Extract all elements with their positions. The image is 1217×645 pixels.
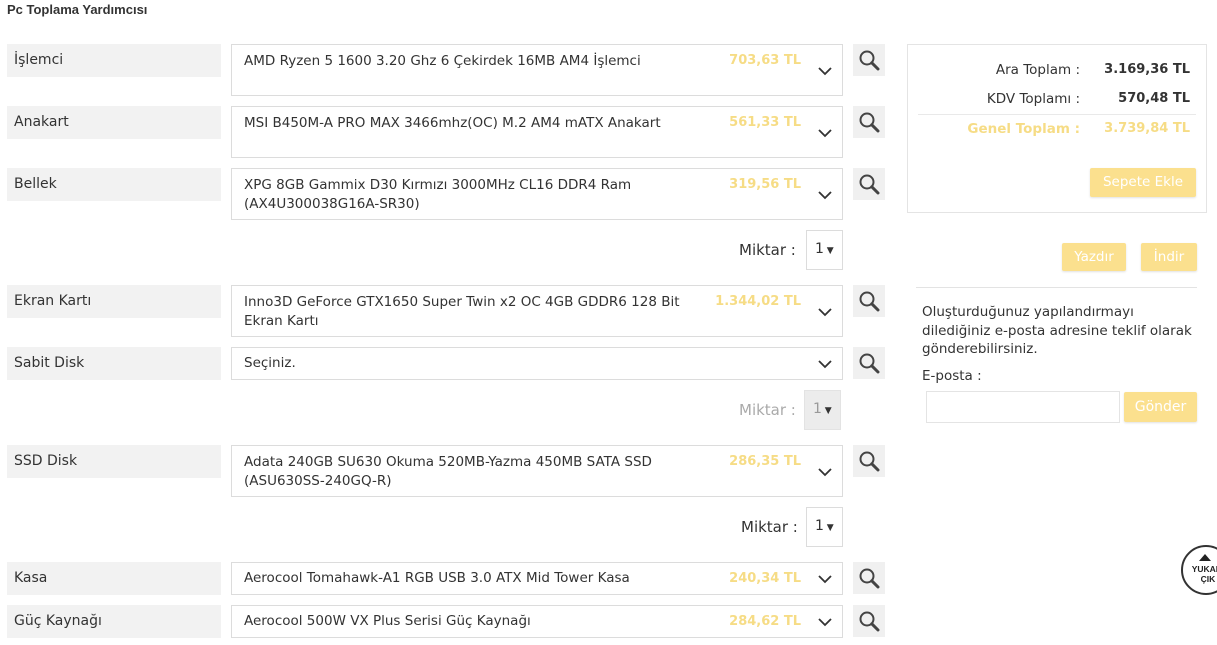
component-select-guc-kaynagi[interactable]: Aerocool 500W VX Plus Serisi Güç Kaynağı…: [231, 605, 843, 638]
quantity-label: Miktar :: [741, 518, 798, 536]
search-icon: [859, 568, 880, 589]
grand-total-value: 3.739,84 TL: [1104, 121, 1190, 136]
product-price: 703,63 TL: [729, 53, 801, 68]
component-select-ekran-karti[interactable]: Inno3D GeForce GTX1650 Super Twin x2 OC …: [231, 285, 843, 337]
product-price: 286,35 TL: [729, 454, 801, 469]
chevron-down-icon: [818, 360, 832, 369]
search-button-islemci[interactable]: [853, 44, 885, 76]
component-label-ssd-disk: SSD Disk: [7, 445, 221, 478]
send-email-button[interactable]: Gönder: [1124, 392, 1197, 422]
subtotal-label: Ara Toplam :: [995, 62, 1080, 78]
search-icon: [859, 174, 880, 195]
selected-product: Inno3D GeForce GTX1650 Super Twin x2 OC …: [244, 294, 680, 329]
search-icon: [859, 353, 880, 374]
caret-down-icon: ▼: [823, 523, 834, 533]
component-select-sabit-disk[interactable]: Seçiniz.: [231, 347, 843, 380]
quantity-value: 1: [813, 401, 822, 417]
component-label-ekran-karti: Ekran Kartı: [7, 285, 221, 318]
summary-divider: [918, 114, 1196, 115]
selected-product: Adata 240GB SU630 Okuma 520MB-Yazma 450M…: [244, 454, 652, 489]
component-label-islemci: İşlemci: [7, 44, 221, 77]
selected-product: Aerocool 500W VX Plus Serisi Güç Kaynağı: [244, 613, 531, 629]
component-label-kasa: Kasa: [7, 562, 221, 595]
search-button-bellek[interactable]: [853, 168, 885, 200]
selected-product: XPG 8GB Gammix D30 Kırmızı 3000MHz CL16 …: [244, 177, 632, 212]
email-label: E-posta :: [922, 368, 982, 384]
product-price: 284,62 TL: [729, 614, 801, 629]
quantity-label: Miktar :: [739, 401, 796, 419]
vat-value: 570,48 TL: [1118, 91, 1190, 106]
email-description: Oluşturduğunuz yapılandırmayı dilediğini…: [922, 304, 1192, 357]
subtotal-value: 3.169,36 TL: [1104, 62, 1190, 77]
search-button-ssd-disk[interactable]: [853, 445, 885, 477]
search-icon: [859, 112, 880, 133]
component-label-bellek: Bellek: [7, 168, 221, 201]
component-label-guc-kaynagi: Güç Kaynağı: [7, 605, 221, 638]
quantity-value: 1: [815, 518, 824, 534]
scroll-to-top-button[interactable]: YUKARI ÇIK: [1181, 545, 1217, 595]
search-button-anakart[interactable]: [853, 106, 885, 138]
download-button[interactable]: İndir: [1141, 243, 1197, 271]
search-button-ekran-karti[interactable]: [853, 285, 885, 317]
chevron-down-icon: [818, 618, 832, 627]
page-title: Pc Toplama Yardımcısı: [7, 2, 148, 17]
search-icon: [859, 50, 880, 71]
selected-product: AMD Ryzen 5 1600 3.20 Ghz 6 Çekirdek 16M…: [244, 53, 641, 69]
search-icon: [859, 451, 880, 472]
chevron-down-icon: [818, 468, 832, 477]
component-select-anakart[interactable]: MSI B450M-A PRO MAX 3466mhz(OC) M.2 AM4 …: [231, 106, 843, 158]
component-select-ssd-disk[interactable]: Adata 240GB SU630 Okuma 520MB-Yazma 450M…: [231, 445, 843, 497]
quantity-select-ssd-disk[interactable]: 1 ▼: [806, 507, 843, 547]
vat-label: KDV Toplamı :: [986, 91, 1080, 107]
arrow-up-icon: [1199, 554, 1211, 561]
component-label-sabit-disk: Sabit Disk: [7, 347, 221, 380]
search-button-sabit-disk[interactable]: [853, 347, 885, 379]
quantity-select-bellek[interactable]: 1 ▼: [806, 230, 843, 270]
add-to-cart-button[interactable]: Sepete Ekle: [1090, 168, 1196, 197]
email-input[interactable]: [926, 391, 1120, 423]
product-price: 240,34 TL: [729, 571, 801, 586]
search-icon: [859, 291, 880, 312]
search-button-guc-kaynagi[interactable]: [853, 605, 885, 637]
scroll-to-top-label: YUKARI ÇIK: [1191, 564, 1217, 584]
quantity-value: 1: [815, 241, 824, 257]
chevron-down-icon: [818, 575, 832, 584]
search-icon: [859, 611, 880, 632]
component-label-anakart: Anakart: [7, 106, 221, 139]
chevron-down-icon: [818, 191, 832, 200]
chevron-down-icon: [818, 129, 832, 138]
product-price: 561,33 TL: [729, 115, 801, 130]
chevron-down-icon: [818, 67, 832, 76]
selected-product: MSI B450M-A PRO MAX 3466mhz(OC) M.2 AM4 …: [244, 115, 661, 131]
price-summary: Ara Toplam : 3.169,36 TL KDV Toplamı : 5…: [907, 44, 1207, 213]
sidebar-divider: [916, 287, 1197, 288]
selected-product: Seçiniz.: [244, 355, 296, 371]
caret-down-icon: ▼: [821, 406, 832, 416]
search-button-kasa[interactable]: [853, 562, 885, 594]
component-select-kasa[interactable]: Aerocool Tomahawk-A1 RGB USB 3.0 ATX Mid…: [231, 562, 843, 595]
print-button[interactable]: Yazdır: [1062, 243, 1126, 271]
quantity-label: Miktar :: [739, 241, 796, 259]
product-price: 1.344,02 TL: [715, 294, 801, 309]
chevron-down-icon: [818, 308, 832, 317]
component-select-bellek[interactable]: XPG 8GB Gammix D30 Kırmızı 3000MHz CL16 …: [231, 168, 843, 220]
selected-product: Aerocool Tomahawk-A1 RGB USB 3.0 ATX Mid…: [244, 570, 630, 586]
component-select-islemci[interactable]: AMD Ryzen 5 1600 3.20 Ghz 6 Çekirdek 16M…: [231, 44, 843, 96]
quantity-select-sabit-disk[interactable]: 1 ▼: [804, 390, 841, 430]
caret-down-icon: ▼: [823, 246, 834, 256]
grand-total-label: Genel Toplam :: [967, 121, 1080, 137]
product-price: 319,56 TL: [729, 177, 801, 192]
